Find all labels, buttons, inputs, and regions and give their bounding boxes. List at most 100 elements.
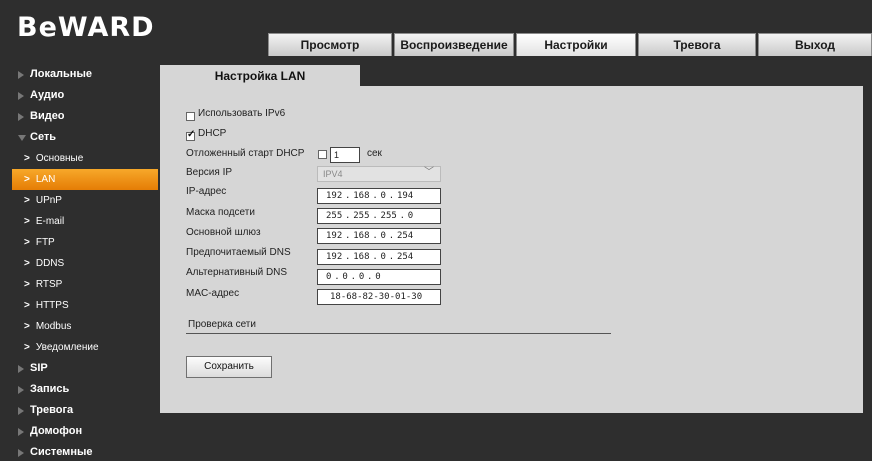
sidebar-item-intercom[interactable]: Домофон [18,421,158,442]
sidebar-item-label: Локальные [30,68,92,80]
sidebar-subitem-label: DDNS [35,258,65,269]
dhcp-label: DHCP [198,128,227,139]
sidebar-subitem-label: UPnP [35,195,62,206]
sidebar-subitem-email[interactable]: > E-mail [18,211,158,232]
triangle-right-icon [18,113,24,121]
chevron-right-icon: > [24,258,30,269]
preferred-dns-label: Предпочитаемый DNS [186,247,291,258]
octet-separator: . [388,231,395,241]
dhcp-checkbox[interactable] [186,129,195,141]
octet: 0 [407,211,414,221]
octet: 194 [396,191,414,201]
triangle-right-icon [18,407,24,415]
sidebar-subitem-label: RTSP [35,279,63,290]
sidebar-item-audio[interactable]: Аудио [18,85,158,106]
octet-separator: . [334,272,340,282]
sidebar-subitem-label: Основные [35,153,84,164]
ip-address-label: IP-адрес [186,186,227,197]
lan-settings-tab[interactable]: Настройка LAN [160,65,360,87]
octet-separator: . [345,211,351,221]
chevron-right-icon: > [24,195,30,206]
sidebar-subitem-basic[interactable]: > Основные [18,148,158,169]
sidebar-item-label: Сеть [30,131,57,143]
gateway-field[interactable]: 192. 168. 0. 254 [317,228,441,244]
triangle-right-icon [18,449,24,457]
subnet-mask-label: Маска подсети [186,207,255,218]
sidebar-item-record[interactable]: Запись [18,379,158,400]
triangle-right-icon [18,428,24,436]
chevron-right-icon: > [24,237,30,248]
mac-address-field[interactable]: 18-68-82-30-01-30 [317,289,441,305]
use-ipv6-label: Использовать IPv6 [198,108,286,119]
chevron-down-icon: ﹀ [424,167,434,178]
octet: 0 [375,272,381,282]
octet: 255 [380,211,397,221]
ip-version-value: IPV4 [323,169,343,179]
octet-separator: . [372,252,378,262]
tab-playback[interactable]: Воспроизведение [394,33,514,56]
sidebar-item-label: Системные [30,446,93,458]
tab-alarm[interactable]: Тревога [638,33,756,56]
octet-separator: . [367,272,373,282]
sidebar-item-network[interactable]: Сеть [18,127,158,148]
chevron-right-icon: > [24,153,30,164]
mac-address-label: MAC-адрес [186,288,240,299]
save-button[interactable]: Сохранить [186,356,272,378]
octet-separator: . [388,252,395,262]
sidebar-subitem-ftp[interactable]: > FTP [18,232,158,253]
sidebar-subitem-upnp[interactable]: > UPnP [18,190,158,211]
sidebar-item-label: Видео [30,110,65,122]
network-check-label: Проверка сети [188,319,256,330]
ip-version-select[interactable]: IPV4 ﹀ [317,166,441,182]
octet-separator: . [345,231,351,241]
octet-separator: . [388,191,395,201]
sidebar-subitem-notification[interactable]: > Уведомление [18,337,158,358]
octet: 168 [353,191,370,201]
octet: 168 [353,231,370,241]
triangle-right-icon [18,71,24,79]
sidebar-subitem-https[interactable]: > HTTPS [18,295,158,316]
sidebar-subitem-lan[interactable]: > LAN [12,169,158,190]
chevron-right-icon: > [24,300,30,311]
dhcp-delay-input[interactable]: 1 [330,147,360,163]
octet-separator: . [372,191,378,201]
sidebar-item-local[interactable]: Локальные [18,64,158,85]
chevron-right-icon: > [24,321,30,332]
sidebar-item-sip[interactable]: SIP [18,358,158,379]
octet-separator: . [372,211,378,221]
octet-separator: . [399,211,405,221]
sidebar-item-label: Аудио [30,89,65,101]
subnet-mask-field[interactable]: 255. 255. 255. 0 [317,208,441,224]
sidebar-item-alarm[interactable]: Тревога [18,400,158,421]
tab-preview[interactable]: Просмотр [268,33,392,56]
sidebar-item-label: Домофон [30,425,83,437]
sidebar-subitem-ddns[interactable]: > DDNS [18,253,158,274]
header-bar: BeWARD Просмотр Воспроизведение Настройк… [0,0,872,60]
ip-address-field[interactable]: 192. 168. 0. 194 [317,188,441,204]
octet: 192 [326,231,343,241]
sidebar-subitem-modbus[interactable]: > Modbus [18,316,158,337]
octet: 255 [326,211,343,221]
sidebar-subitem-rtsp[interactable]: > RTSP [18,274,158,295]
dhcp-delay-checkbox[interactable] [318,150,327,159]
sidebar-subitem-label: LAN [35,174,56,185]
alternate-dns-field[interactable]: 0.0.0.0 [317,269,441,285]
sidebar-subitem-label: FTP [35,237,55,248]
tab-settings[interactable]: Настройки [516,33,636,56]
dhcp-delay-label: Отложенный старт DHCP [186,148,305,159]
octet: 255 [353,211,370,221]
sidebar-item-video[interactable]: Видео [18,106,158,127]
alternate-dns-label: Альтернативный DNS [186,267,288,278]
octet-separator: . [345,252,351,262]
sidebar-menu: Локальные Аудио Видео Сеть > Основные > LA… [12,64,158,461]
sidebar-subitem-label: Modbus [35,321,72,332]
beward-logo: BeWARD [17,12,155,43]
sidebar-item-system[interactable]: Системные [18,442,158,461]
sidebar-subitem-label: Уведомление [35,342,99,353]
use-ipv6-checkbox[interactable] [186,112,195,121]
preferred-dns-field[interactable]: 192. 168. 0. 254 [317,249,441,265]
tab-exit[interactable]: Выход [758,33,872,56]
triangle-right-icon [18,92,24,100]
sidebar-subitem-label: HTTPS [35,300,69,311]
sidebar-subitem-label: E-mail [35,216,65,227]
